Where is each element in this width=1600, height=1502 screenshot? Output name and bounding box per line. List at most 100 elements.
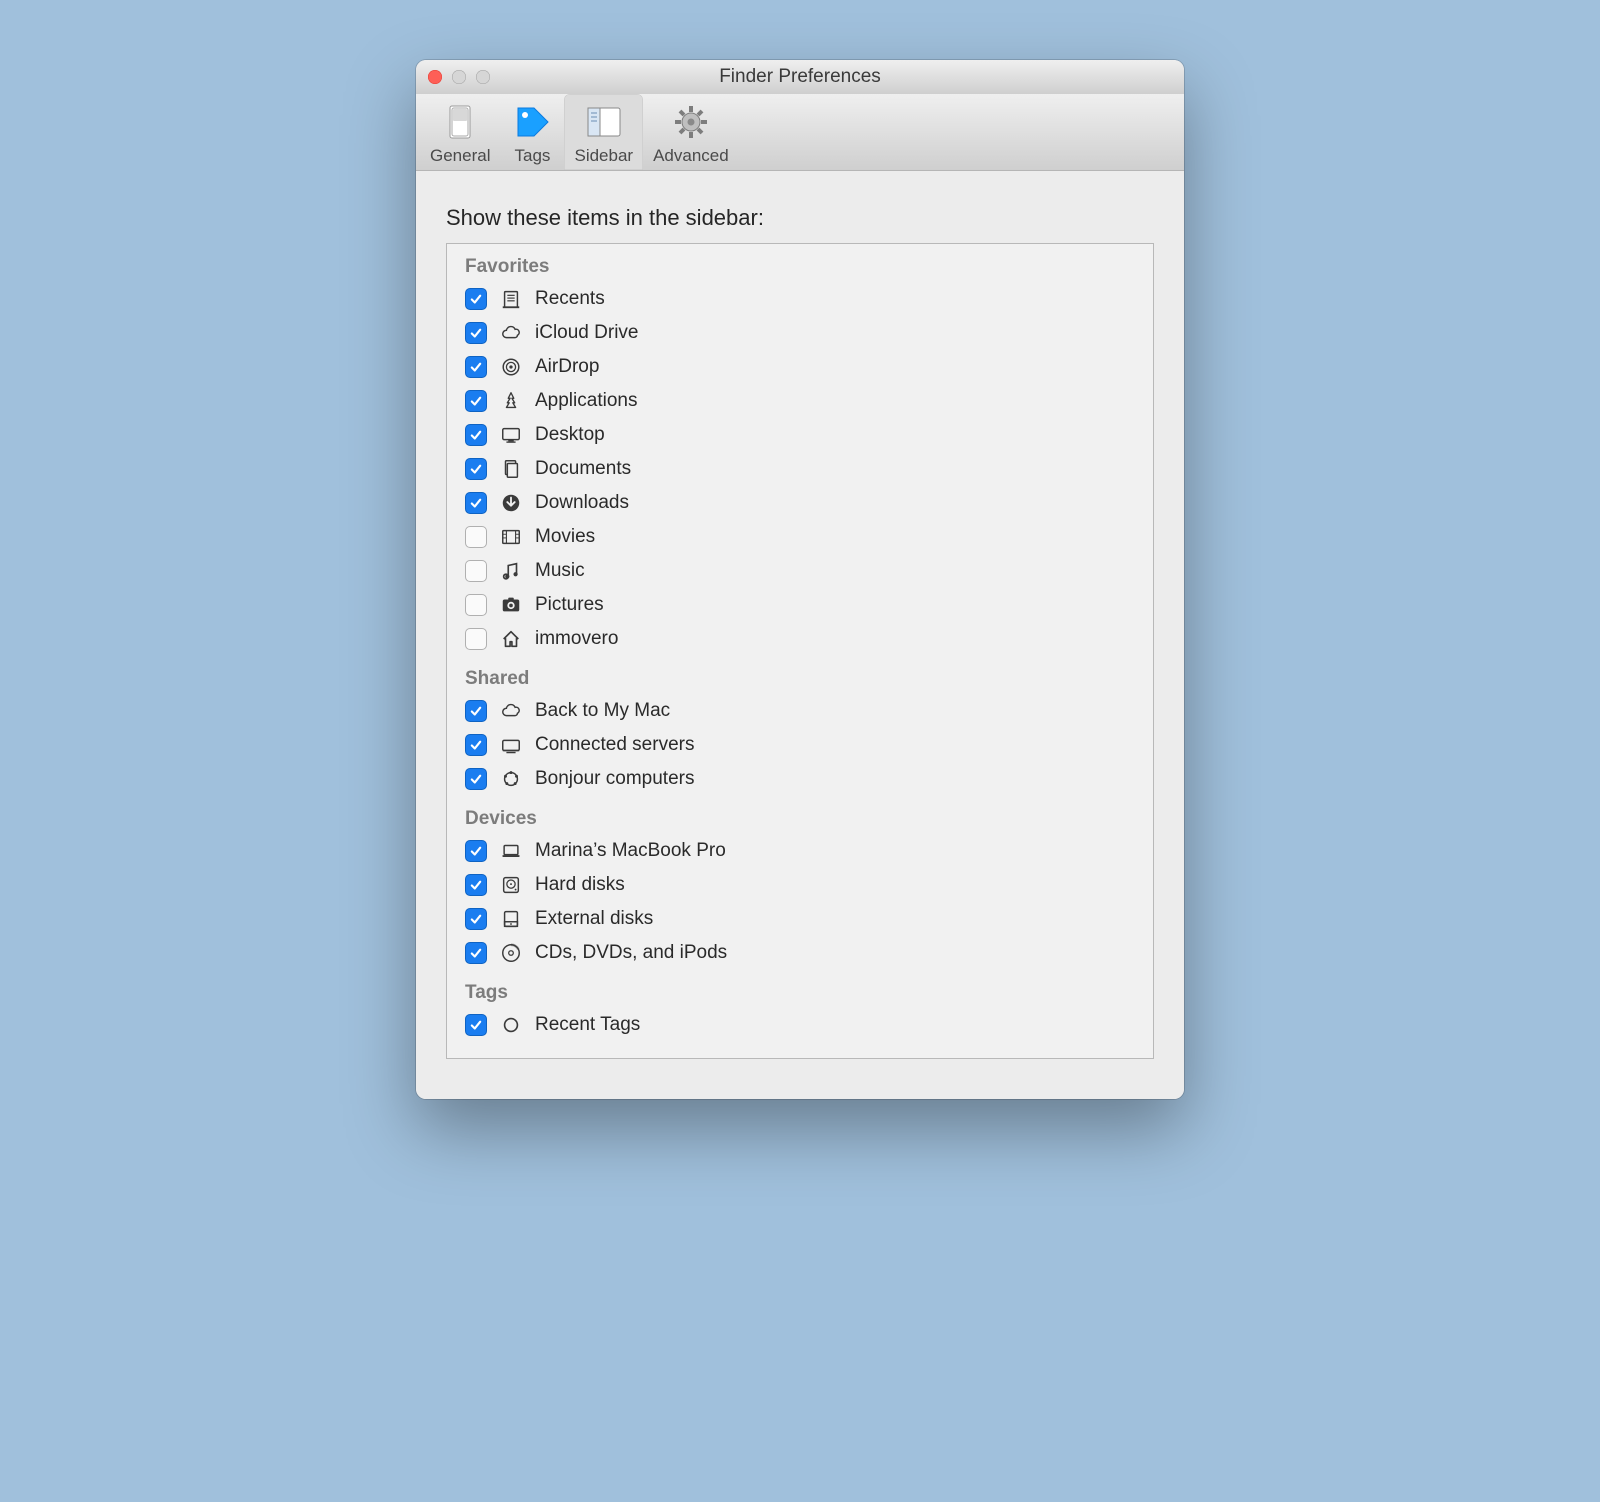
applications-icon bbox=[499, 389, 523, 413]
item-label: External disks bbox=[535, 908, 653, 930]
checkbox-immovero[interactable] bbox=[465, 628, 487, 650]
item-label: AirDrop bbox=[535, 356, 599, 378]
zoom-button[interactable] bbox=[476, 70, 490, 84]
sidebar-pref-row: Recent Tags bbox=[465, 1008, 1135, 1042]
laptop-icon bbox=[499, 839, 523, 863]
airdrop-icon bbox=[499, 355, 523, 379]
toolbar: General Tags Sidebar Advanced bbox=[416, 94, 1184, 171]
item-label: Music bbox=[535, 560, 585, 582]
tab-sidebar[interactable]: Sidebar bbox=[564, 94, 643, 170]
checkbox-external-disks[interactable] bbox=[465, 908, 487, 930]
sidebar-pref-row: Connected servers bbox=[465, 728, 1135, 762]
sidebar-pref-row: Applications bbox=[465, 384, 1135, 418]
checkbox-documents[interactable] bbox=[465, 458, 487, 480]
item-label: Recents bbox=[535, 288, 605, 310]
sidebar-pref-row: Movies bbox=[465, 520, 1135, 554]
checkbox-connected-servers[interactable] bbox=[465, 734, 487, 756]
downloads-icon bbox=[499, 491, 523, 515]
item-label: Recent Tags bbox=[535, 1014, 640, 1036]
tab-label: Tags bbox=[515, 146, 551, 166]
tab-tags[interactable]: Tags bbox=[500, 94, 564, 170]
sidebar-pref-row: iCloud Drive bbox=[465, 316, 1135, 350]
instruction-label: Show these items in the sidebar: bbox=[446, 205, 1154, 231]
bonjour-icon bbox=[499, 767, 523, 791]
minimize-button[interactable] bbox=[452, 70, 466, 84]
checkbox-pictures[interactable] bbox=[465, 594, 487, 616]
sidebar-pref-row: Recents bbox=[465, 282, 1135, 316]
tab-label: Advanced bbox=[653, 146, 729, 166]
cloud-icon bbox=[499, 321, 523, 345]
pictures-icon bbox=[499, 593, 523, 617]
item-label: Downloads bbox=[535, 492, 629, 514]
item-label: Pictures bbox=[535, 594, 604, 616]
documents-icon bbox=[499, 457, 523, 481]
item-label: Desktop bbox=[535, 424, 605, 446]
item-label: Documents bbox=[535, 458, 631, 480]
section-header-tags: Tags bbox=[465, 982, 1135, 1004]
item-label: Back to My Mac bbox=[535, 700, 670, 722]
sidebar-pref-row: CDs, DVDs, and iPods bbox=[465, 936, 1135, 970]
sidebar-pref-row: Music bbox=[465, 554, 1135, 588]
sidebar-pref-row: Pictures bbox=[465, 588, 1135, 622]
home-icon bbox=[499, 627, 523, 651]
tab-label: Sidebar bbox=[574, 146, 633, 166]
tag-circle-icon bbox=[499, 1013, 523, 1037]
music-icon bbox=[499, 559, 523, 583]
sidebar-icon bbox=[582, 100, 626, 144]
item-label: Movies bbox=[535, 526, 595, 548]
item-label: Connected servers bbox=[535, 734, 694, 756]
sidebar-pref-row: immovero bbox=[465, 622, 1135, 656]
window-title: Finder Preferences bbox=[416, 66, 1184, 88]
movies-icon bbox=[499, 525, 523, 549]
checkbox-applications[interactable] bbox=[465, 390, 487, 412]
checkbox-bonjour-computers[interactable] bbox=[465, 768, 487, 790]
sidebar-pref-row: Marina’s MacBook Pro bbox=[465, 834, 1135, 868]
sidebar-pref-row: External disks bbox=[465, 902, 1135, 936]
desktop-icon bbox=[499, 423, 523, 447]
sidebar-pref-row: Desktop bbox=[465, 418, 1135, 452]
item-label: iCloud Drive bbox=[535, 322, 638, 344]
item-label: Bonjour computers bbox=[535, 768, 694, 790]
tab-general[interactable]: General bbox=[420, 94, 500, 170]
checkbox-cds-dvds-and-ipods[interactable] bbox=[465, 942, 487, 964]
section-header-favorites: Favorites bbox=[465, 256, 1135, 278]
checkbox-music[interactable] bbox=[465, 560, 487, 582]
item-label: CDs, DVDs, and iPods bbox=[535, 942, 727, 964]
sidebar-items-box: Favorites Recents iCloud Drive AirDrop A… bbox=[446, 243, 1154, 1059]
sidebar-pref-row: AirDrop bbox=[465, 350, 1135, 384]
checkbox-hard-disks[interactable] bbox=[465, 874, 487, 896]
checkbox-recents[interactable] bbox=[465, 288, 487, 310]
item-label: immovero bbox=[535, 628, 618, 650]
cloud-icon bbox=[499, 699, 523, 723]
checkbox-downloads[interactable] bbox=[465, 492, 487, 514]
item-label: Hard disks bbox=[535, 874, 625, 896]
switch-icon bbox=[438, 100, 482, 144]
tab-advanced[interactable]: Advanced bbox=[643, 94, 739, 170]
item-label: Marina’s MacBook Pro bbox=[535, 840, 726, 862]
checkbox-icloud-drive[interactable] bbox=[465, 322, 487, 344]
sidebar-pref-row: Documents bbox=[465, 452, 1135, 486]
sidebar-pref-row: Downloads bbox=[465, 486, 1135, 520]
section-header-devices: Devices bbox=[465, 808, 1135, 830]
server-icon bbox=[499, 733, 523, 757]
checkbox-marina-s-macbook-pro[interactable] bbox=[465, 840, 487, 862]
checkbox-recent-tags[interactable] bbox=[465, 1014, 487, 1036]
disc-icon bbox=[499, 941, 523, 965]
sidebar-pref-row: Back to My Mac bbox=[465, 694, 1135, 728]
sidebar-pref-row: Bonjour computers bbox=[465, 762, 1135, 796]
preferences-window: Finder Preferences General Tags Sidebar … bbox=[416, 60, 1184, 1099]
checkbox-desktop[interactable] bbox=[465, 424, 487, 446]
close-button[interactable] bbox=[428, 70, 442, 84]
checkbox-airdrop[interactable] bbox=[465, 356, 487, 378]
window-controls bbox=[416, 70, 490, 84]
checkbox-back-to-my-mac[interactable] bbox=[465, 700, 487, 722]
tab-label: General bbox=[430, 146, 490, 166]
sidebar-pref-row: Hard disks bbox=[465, 868, 1135, 902]
external-disk-icon bbox=[499, 907, 523, 931]
checkbox-movies[interactable] bbox=[465, 526, 487, 548]
internal-disk-icon bbox=[499, 873, 523, 897]
recents-icon bbox=[499, 287, 523, 311]
tag-icon bbox=[510, 100, 554, 144]
section-header-shared: Shared bbox=[465, 668, 1135, 690]
titlebar: Finder Preferences bbox=[416, 60, 1184, 94]
